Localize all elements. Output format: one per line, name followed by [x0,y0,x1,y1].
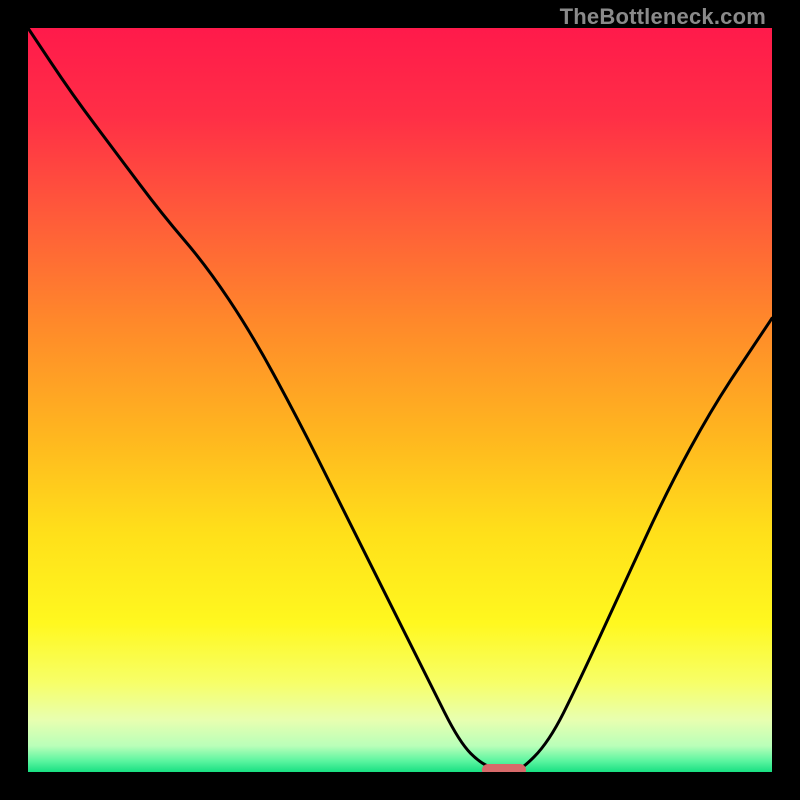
bottleneck-curve [28,28,772,772]
chart-frame: TheBottleneck.com [0,0,800,800]
watermark-text: TheBottleneck.com [560,4,766,30]
optimal-marker [482,764,527,772]
plot-area [28,28,772,772]
